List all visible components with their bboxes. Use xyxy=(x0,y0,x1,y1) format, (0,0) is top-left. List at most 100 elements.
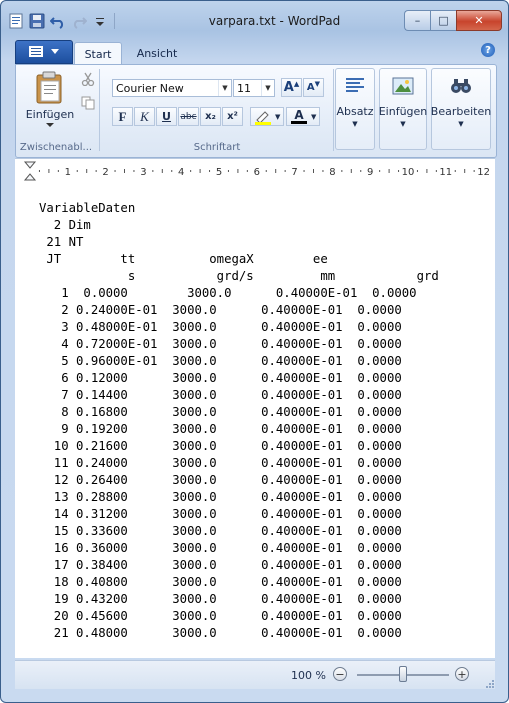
ruler-tick xyxy=(227,170,229,172)
resize-grip-icon[interactable] xyxy=(485,679,495,689)
ruler-number: 9 xyxy=(367,167,373,178)
ribbon: Einfügen Zwischenabl... Courier New ▼ 11… xyxy=(15,64,497,158)
ruler-tick xyxy=(86,169,88,173)
paragraph-label: Absatz xyxy=(336,105,374,118)
document-line: 7 0.14400 3000.0 0.40000E-01 0.0000 xyxy=(39,388,402,402)
ruler-tick xyxy=(161,169,163,173)
document-area[interactable]: VariableDaten 2 Dim 21 NT JT tt omegaX e… xyxy=(15,183,495,658)
document-line: 18 0.40800 3000.0 0.40000E-01 0.0000 xyxy=(39,575,402,589)
shrink-font-button[interactable]: A ▼ xyxy=(303,78,324,97)
highlighter-icon xyxy=(255,110,271,125)
tab-start[interactable]: Start xyxy=(74,42,122,65)
text-color-button[interactable]: A ▼ xyxy=(286,107,320,126)
paste-label: Einfügen xyxy=(25,108,75,121)
underline-button[interactable]: U xyxy=(156,107,177,126)
ruler-tick xyxy=(379,170,381,172)
ruler-tick xyxy=(322,170,324,172)
close-button[interactable]: ✕ xyxy=(456,10,502,31)
ruler-tick xyxy=(435,170,437,172)
chevron-down-icon xyxy=(46,123,54,127)
tab-view-label: Ansicht xyxy=(136,46,178,60)
ruler-tick xyxy=(246,170,248,172)
ruler-tick xyxy=(171,170,173,172)
chevron-down-icon: ▼ xyxy=(311,112,317,121)
ruler-tick xyxy=(48,169,50,173)
paste-button[interactable]: Einfügen xyxy=(22,71,78,128)
grow-font-label: A xyxy=(283,80,294,95)
insert-label: Einfügen xyxy=(378,105,428,118)
hanging-indent-marker[interactable] xyxy=(23,173,37,181)
italic-button[interactable]: K xyxy=(134,107,155,126)
tab-view[interactable]: Ansicht xyxy=(127,42,187,64)
ruler-tick xyxy=(76,170,78,172)
document-line: 6 0.12000 3000.0 0.40000E-01 0.0000 xyxy=(39,371,402,385)
document-line: 21 0.48000 3000.0 0.40000E-01 0.0000 xyxy=(39,626,402,640)
document-line: 19 0.43200 3000.0 0.40000E-01 0.0000 xyxy=(39,592,402,606)
paragraph-icon xyxy=(346,78,364,92)
ruler-number: 1 xyxy=(65,167,71,178)
ruler-tick xyxy=(388,169,390,173)
ruler-tick xyxy=(209,170,211,172)
font-group: Courier New ▼ 11 ▼ A ▲ A ▼ F K U abc x₂ x²… xyxy=(102,67,332,153)
ruler-tick xyxy=(313,169,314,173)
bold-button[interactable]: F xyxy=(112,107,133,126)
document-line: 2 0.24000E-01 3000.0 0.40000E-01 0.0000 xyxy=(39,303,402,317)
font-family-value: Courier New xyxy=(116,81,184,95)
ruler-tick xyxy=(284,170,286,172)
ribbon-tabs: Start Ansicht ? xyxy=(15,40,495,65)
ruler-tick xyxy=(199,169,201,173)
font-size-select[interactable]: 11 ▼ xyxy=(233,79,275,97)
font-family-select[interactable]: Courier New ▼ xyxy=(112,79,232,97)
chevron-down-icon: ▼ xyxy=(400,120,406,128)
subscript-button[interactable]: x₂ xyxy=(200,107,221,126)
strikethrough-button[interactable]: abc xyxy=(178,107,199,126)
insert-button[interactable]: Einfügen ▼ xyxy=(379,68,427,150)
help-icon[interactable]: ? xyxy=(481,43,495,57)
document-line: 16 0.36000 3000.0 0.40000E-01 0.0000 xyxy=(39,541,402,555)
arrow-down-icon: ▼ xyxy=(314,79,321,88)
maximize-button[interactable]: □ xyxy=(430,10,456,31)
title-bar[interactable]: varpara.txt - WordPad – □ ✕ xyxy=(1,1,508,37)
window-controls: – □ ✕ xyxy=(404,10,502,31)
text-color-swatch xyxy=(291,121,307,124)
paragraph-button[interactable]: Absatz ▼ xyxy=(335,68,375,150)
document-line: JT tt omegaX ee xyxy=(39,252,328,266)
application-menu-button[interactable] xyxy=(15,40,73,64)
highlight-color-button[interactable]: ▼ xyxy=(250,107,284,126)
document-line: s grd/s mm grd xyxy=(39,269,439,283)
document-line: VariableDaten xyxy=(39,201,136,215)
ruler-tick xyxy=(416,170,418,172)
ruler-number: 6 xyxy=(254,167,260,178)
chevron-down-icon: ▼ xyxy=(275,112,281,121)
clipboard-group: Einfügen Zwischenabl... xyxy=(16,67,96,153)
ruler-tick xyxy=(265,170,267,172)
cut-icon[interactable] xyxy=(78,69,97,88)
ruler-number: 7 xyxy=(291,167,297,178)
editing-label: Bearbeiten xyxy=(430,105,492,118)
ruler-number: 5 xyxy=(216,167,222,178)
minimize-button[interactable]: – xyxy=(404,10,430,31)
ruler-tick xyxy=(341,170,343,172)
zoom-out-button[interactable]: − xyxy=(333,667,347,681)
picture-icon xyxy=(392,77,414,95)
text-color-letter: A xyxy=(294,108,304,122)
zoom-slider-thumb[interactable] xyxy=(399,666,407,682)
font-size-value: 11 xyxy=(237,81,251,95)
ruler-tick xyxy=(350,169,352,173)
ruler-tick xyxy=(473,170,475,172)
editing-button[interactable]: Bearbeiten ▼ xyxy=(431,68,491,150)
ruler[interactable]: 1 2 3 4 5 6 7 8 9 10 11 12 xyxy=(15,158,495,184)
document-line: 10 0.21600 3000.0 0.40000E-01 0.0000 xyxy=(39,439,402,453)
copy-icon[interactable] xyxy=(78,93,97,112)
chevron-down-icon: ▼ xyxy=(218,80,231,96)
document-text[interactable]: VariableDaten 2 Dim 21 NT JT tt omegaX e… xyxy=(39,200,439,642)
superscript-button[interactable]: x² xyxy=(222,107,243,126)
first-line-indent-marker[interactable] xyxy=(23,161,37,169)
chevron-down-icon: ▼ xyxy=(352,120,358,128)
zoom-level-text: 100 % xyxy=(291,669,326,682)
grow-font-button[interactable]: A ▲ xyxy=(281,78,302,97)
zoom-in-button[interactable]: + xyxy=(455,667,469,681)
ruler-tick xyxy=(38,170,40,172)
ruler-tick xyxy=(303,170,305,172)
ruler-tick xyxy=(114,170,116,172)
